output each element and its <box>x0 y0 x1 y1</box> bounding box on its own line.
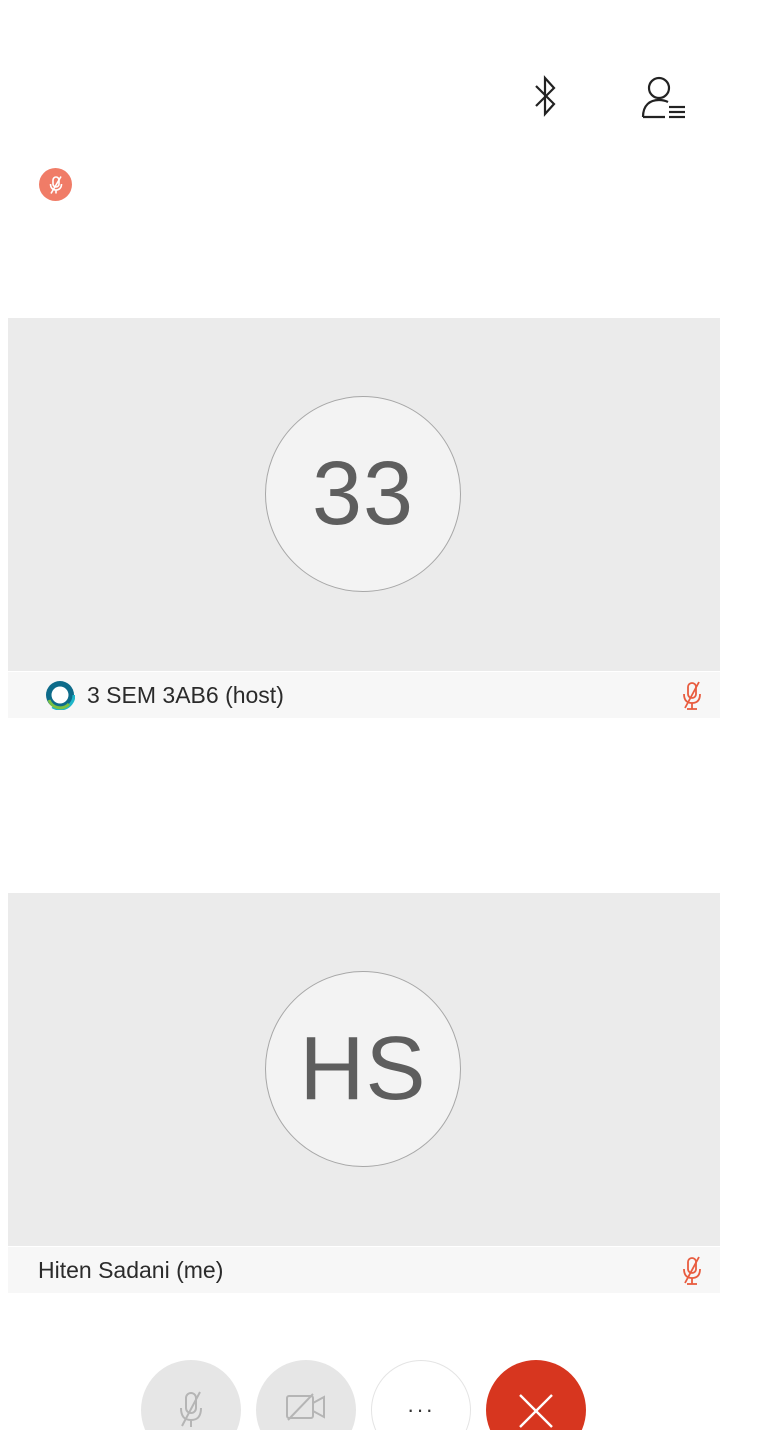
bluetooth-button[interactable] <box>528 72 564 122</box>
video-off-icon <box>286 1393 325 1421</box>
mic-muted-icon <box>683 681 701 710</box>
self-muted-indicator <box>39 168 72 201</box>
bluetooth-icon <box>535 75 556 117</box>
participant-video-tile[interactable]: HS <box>8 893 720 1246</box>
close-icon <box>519 1394 553 1428</box>
video-toggle-button[interactable] <box>256 1360 356 1430</box>
end-call-button[interactable] <box>486 1360 586 1430</box>
mic-muted-icon <box>49 175 62 194</box>
participant-name-bar: 3 SEM 3AB6 (host) <box>8 672 720 718</box>
participant-name: 3 SEM 3AB6 (host) <box>87 681 284 708</box>
more-options-label: ··· <box>407 1397 435 1422</box>
participants-list-icon <box>641 76 685 119</box>
participant-name-bar: Hiten Sadani (me) <box>8 1247 720 1293</box>
host-app-logo-icon <box>45 680 75 710</box>
participant-avatar: 33 <box>265 396 461 592</box>
participants-list-button[interactable] <box>636 72 690 122</box>
participant-video-tile[interactable]: 33 <box>8 318 720 671</box>
meeting-screen: 33 3 SEM 3AB6 (host) HS Hiten Sadani (me… <box>0 0 775 1449</box>
participant-name: Hiten Sadani (me) <box>38 1256 224 1283</box>
mute-button[interactable] <box>141 1360 241 1430</box>
participant-avatar: HS <box>265 971 461 1167</box>
mic-muted-icon <box>683 1256 701 1285</box>
mic-muted-icon <box>180 1391 202 1427</box>
call-controls: ··· <box>0 1360 775 1430</box>
more-options-button[interactable]: ··· <box>371 1360 471 1430</box>
